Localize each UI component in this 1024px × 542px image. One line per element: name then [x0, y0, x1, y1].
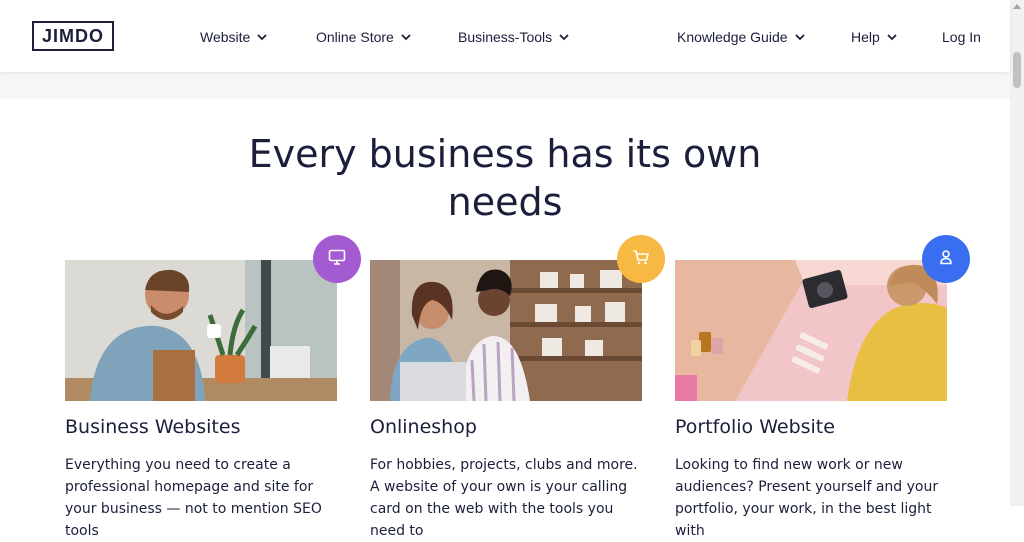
- page-headline: Every business has its own needs: [248, 132, 762, 224]
- chevron-down-icon: [400, 31, 412, 43]
- onlineshop-image: [370, 260, 642, 401]
- nav-knowledge-guide[interactable]: Knowledge Guide: [677, 28, 806, 46]
- chevron-down-icon: [794, 31, 806, 43]
- page-scrollbar[interactable]: [1010, 0, 1024, 506]
- nav-business-tools-label: Business-Tools: [458, 29, 553, 45]
- scrollbar-thumb[interactable]: [1013, 52, 1021, 88]
- nav-online-store[interactable]: Online Store: [316, 28, 412, 46]
- jimdo-logo[interactable]: JIMDO: [32, 21, 114, 51]
- card-title: Onlineshop: [370, 416, 477, 438]
- login-label: Log In: [942, 29, 981, 45]
- nav-help[interactable]: Help: [851, 28, 898, 46]
- nav-online-store-label: Online Store: [316, 29, 394, 45]
- person-icon: [939, 249, 953, 270]
- nav-knowledge-guide-label: Knowledge Guide: [677, 29, 788, 45]
- card-description: Everything you need to create a professi…: [65, 457, 322, 539]
- monitor-icon: [328, 249, 346, 270]
- card-description: For hobbies, projects, clubs and more. A…: [370, 457, 638, 539]
- card-title: Business Websites: [65, 416, 241, 438]
- scroll-up-arrow-icon[interactable]: [1013, 4, 1021, 9]
- cart-badge: [617, 235, 665, 283]
- nav-help-label: Help: [851, 29, 880, 45]
- chevron-down-icon: [886, 31, 898, 43]
- chevron-down-icon: [558, 31, 570, 43]
- business-websites-image: [65, 260, 337, 401]
- section-divider: [0, 72, 1010, 99]
- portfolio-website-image: [675, 260, 947, 401]
- card-description: Looking to find new work or new audience…: [675, 457, 939, 539]
- chevron-down-icon: [256, 31, 268, 43]
- nav-website[interactable]: Website: [200, 28, 268, 46]
- card-title: Portfolio Website: [675, 416, 835, 438]
- person-badge: [922, 235, 970, 283]
- site-header: JIMDO Website Online Store Business-Tool…: [0, 0, 1010, 72]
- login-link[interactable]: Log In: [942, 28, 981, 46]
- nav-business-tools[interactable]: Business-Tools: [458, 28, 570, 46]
- monitor-badge: [313, 235, 361, 283]
- nav-website-label: Website: [200, 29, 251, 45]
- cart-icon: [632, 249, 650, 270]
